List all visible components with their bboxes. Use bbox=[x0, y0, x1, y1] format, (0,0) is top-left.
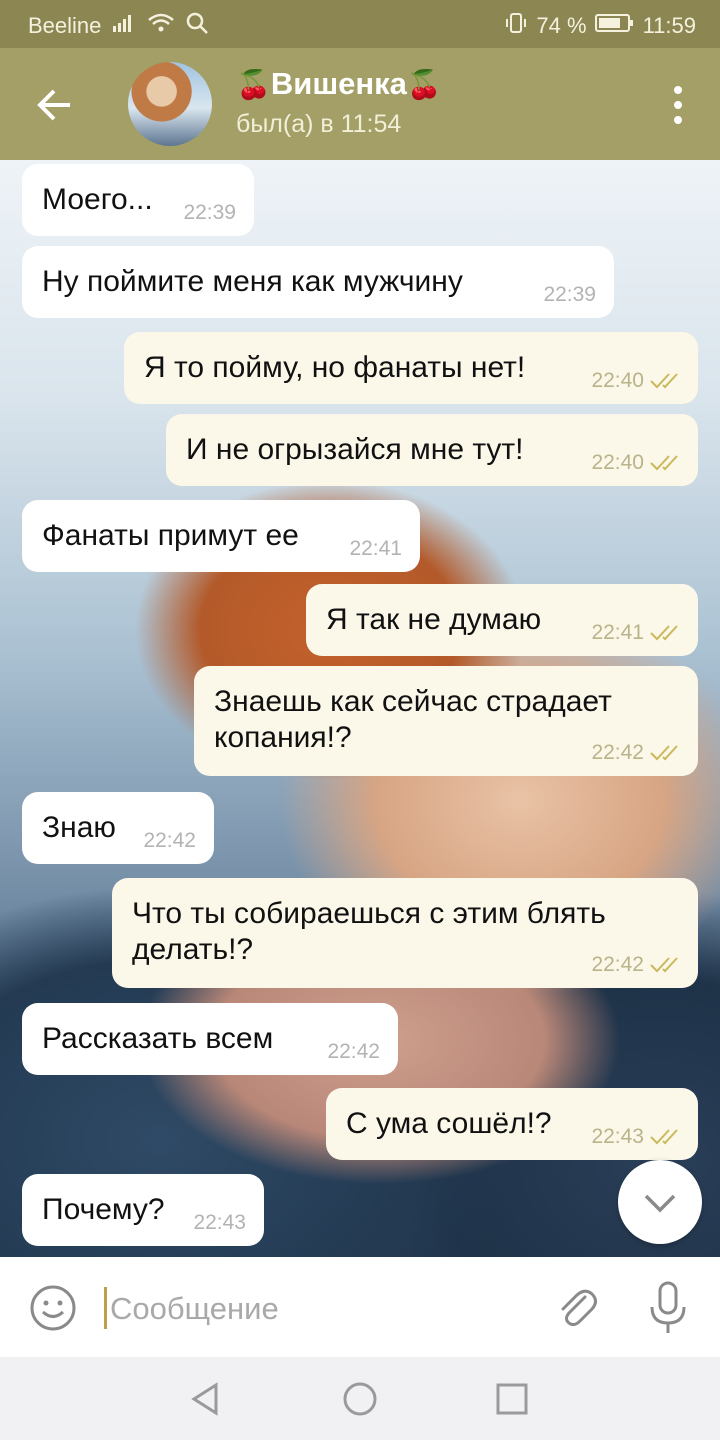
message-bubble[interactable]: Знаю 22:42 bbox=[22, 792, 214, 864]
message-bubble[interactable]: Фанаты примут ее 22:41 bbox=[22, 500, 420, 572]
emoji-icon[interactable] bbox=[28, 1283, 78, 1333]
double-check-icon bbox=[650, 625, 678, 641]
battery-icon bbox=[594, 12, 635, 40]
message-input-bar bbox=[0, 1257, 720, 1357]
contact-name-text: Вишенка bbox=[270, 66, 407, 101]
carrier-label: Beeline bbox=[28, 13, 102, 38]
contact-name[interactable]: 🍒 Вишенка 🍒 bbox=[236, 66, 442, 102]
clock: 11:59 bbox=[642, 13, 696, 38]
last-seen-status: был(а) в 11:54 bbox=[236, 110, 402, 138]
message-time: 22:39 bbox=[183, 201, 236, 224]
chat-background[interactable]: Моего... 22:39 Ну поймите меня как мужчи… bbox=[0, 160, 720, 1257]
message-bubble[interactable]: Знаешь как сейчас страдает копания!? 22:… bbox=[194, 666, 698, 776]
chevron-down-icon bbox=[644, 1194, 676, 1213]
message-time: 22:42 bbox=[591, 953, 644, 976]
avatar[interactable] bbox=[128, 62, 212, 146]
system-nav-bar bbox=[0, 1357, 720, 1440]
message-bubble[interactable]: Моего... 22:39 bbox=[22, 164, 254, 236]
message-bubble[interactable]: Почему? 22:43 bbox=[22, 1174, 264, 1246]
message-time: 22:39 bbox=[543, 283, 596, 306]
microphone-icon[interactable] bbox=[644, 1279, 692, 1337]
message-bubble[interactable]: Я так не думаю 22:41 bbox=[306, 584, 698, 656]
double-check-icon bbox=[650, 745, 678, 761]
message-bubble[interactable]: И не огрызайся мне тут! 22:40 bbox=[166, 414, 698, 486]
message-time: 22:42 bbox=[143, 829, 196, 852]
home-circle-icon[interactable] bbox=[338, 1377, 382, 1421]
back-triangle-icon[interactable] bbox=[184, 1377, 228, 1421]
message-time: 22:43 bbox=[193, 1211, 246, 1234]
message-time: 22:42 bbox=[327, 1040, 380, 1063]
message-time: 22:42 bbox=[591, 741, 644, 764]
back-arrow-icon[interactable] bbox=[30, 80, 80, 130]
message-bubble[interactable]: Рассказать всем 22:42 bbox=[22, 1003, 398, 1075]
more-vert-icon[interactable] bbox=[666, 82, 690, 128]
message-time: 22:43 bbox=[591, 1125, 644, 1148]
message-time: 22:41 bbox=[591, 621, 644, 644]
recents-square-icon[interactable] bbox=[490, 1377, 534, 1421]
message-time: 22:40 bbox=[591, 369, 644, 392]
cherry-icon: 🍒 bbox=[236, 68, 271, 100]
message-time: 22:41 bbox=[349, 537, 402, 560]
message-bubble[interactable]: Что ты собираешься с этим блять делать!?… bbox=[112, 878, 698, 988]
battery-percent: 74 % bbox=[536, 13, 587, 38]
wifi-icon bbox=[147, 12, 175, 40]
double-check-icon bbox=[650, 373, 678, 389]
cherry-icon: 🍒 bbox=[406, 68, 442, 100]
message-bubble[interactable]: С ума сошёл!? 22:43 bbox=[326, 1088, 698, 1160]
message-time: 22:40 bbox=[591, 451, 644, 474]
double-check-icon bbox=[650, 1129, 678, 1145]
signal-icon bbox=[111, 12, 137, 40]
message-bubble[interactable]: Ну поймите меня как мужчину 22:39 bbox=[22, 246, 614, 318]
paperclip-icon[interactable] bbox=[552, 1283, 602, 1333]
message-input[interactable] bbox=[108, 1281, 532, 1337]
vibrate-icon bbox=[504, 11, 528, 41]
search-icon bbox=[185, 11, 209, 41]
text-cursor bbox=[104, 1287, 107, 1329]
status-bar: Beeline 74 % 11:59 bbox=[0, 0, 720, 48]
scroll-down-button[interactable] bbox=[618, 1160, 702, 1244]
double-check-icon bbox=[650, 957, 678, 973]
chat-header: 🍒 Вишенка 🍒 был(а) в 11:54 bbox=[0, 48, 720, 160]
message-bubble[interactable]: Я то пойму, но фанаты нет! 22:40 bbox=[124, 332, 698, 404]
double-check-icon bbox=[650, 455, 678, 471]
